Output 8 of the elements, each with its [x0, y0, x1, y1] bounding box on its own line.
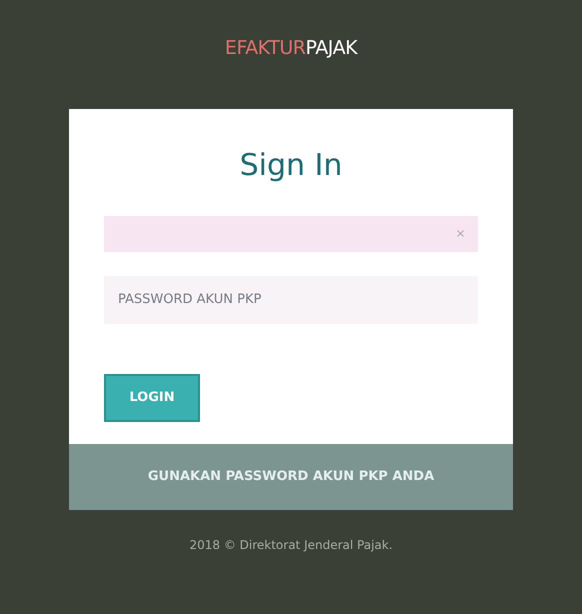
input-field[interactable]	[104, 216, 478, 252]
sign-in-title: Sign In	[238, 146, 344, 184]
password-field[interactable]: PASSWORD AKUN PKP	[104, 276, 478, 324]
copyright-text: 2018 © Direktorat Jenderal Pajak.	[189, 536, 393, 554]
info-text: GUNAKAN PASSWORD AKUN PKP ANDA	[148, 468, 434, 486]
login-button[interactable]: LOGIN	[104, 374, 200, 422]
logo: EFAKTURPAJAK	[224, 36, 358, 61]
clear-icon[interactable]	[457, 230, 464, 237]
